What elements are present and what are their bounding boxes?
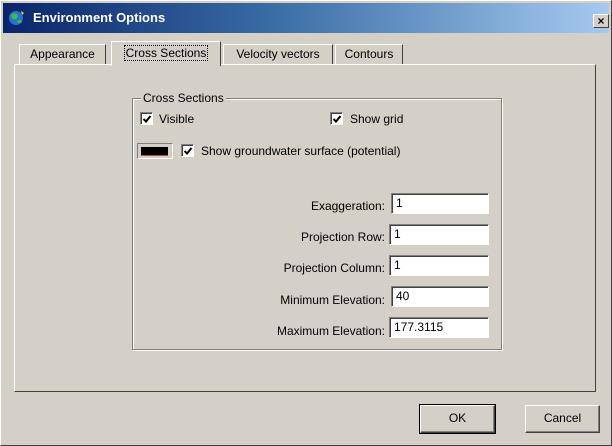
check-icon: [142, 115, 152, 123]
minimum-elevation-input[interactable]: 40: [391, 286, 489, 307]
title-bar[interactable]: Environment Options ×: [3, 3, 609, 33]
projection-column-input[interactable]: 1: [389, 255, 489, 276]
tab-label: Contours: [344, 47, 394, 61]
show-grid-label[interactable]: Show grid: [350, 112, 403, 126]
exaggeration-input[interactable]: 1: [391, 193, 489, 214]
projection-column-label: Projection Column:: [283, 261, 385, 275]
projection-row-label: Projection Row:: [300, 230, 385, 244]
dialog-window: Environment Options × Appearance Cross S…: [0, 0, 612, 446]
exaggeration-label: Exaggeration:: [310, 199, 385, 213]
close-icon: ×: [597, 14, 605, 28]
tab-contours[interactable]: Contours: [335, 44, 403, 65]
groundwater-label[interactable]: Show groundwater surface (potential): [201, 144, 400, 158]
maximum-elevation-label: Maximum Elevation:: [276, 324, 385, 338]
tab-label: Velocity vectors: [236, 47, 320, 61]
visible-label[interactable]: Visible: [159, 112, 194, 126]
group-label: Cross Sections: [141, 91, 226, 105]
groundwater-color-button[interactable]: [137, 143, 173, 159]
tab-label: Appearance: [30, 47, 95, 61]
color-fill: [141, 147, 168, 156]
check-icon: [183, 147, 193, 155]
tab-velocity-vectors[interactable]: Velocity vectors: [223, 44, 333, 65]
tab-appearance[interactable]: Appearance: [19, 44, 106, 65]
visible-checkbox[interactable]: [140, 112, 153, 125]
globe-icon: [7, 9, 27, 27]
groundwater-checkbox[interactable]: [181, 144, 194, 157]
maximum-elevation-input[interactable]: 177.3115: [389, 317, 489, 338]
projection-row-input[interactable]: 1: [389, 224, 489, 245]
tab-label: Cross Sections: [123, 45, 209, 61]
cancel-button[interactable]: Cancel: [525, 405, 600, 433]
ok-button[interactable]: OK: [419, 404, 496, 434]
close-button[interactable]: ×: [593, 14, 609, 28]
minimum-elevation-label: Minimum Elevation:: [280, 293, 385, 307]
check-icon: [332, 115, 342, 123]
tab-cross-sections[interactable]: Cross Sections: [111, 41, 221, 66]
window-title: Environment Options: [33, 10, 166, 25]
show-grid-checkbox[interactable]: [330, 112, 343, 125]
